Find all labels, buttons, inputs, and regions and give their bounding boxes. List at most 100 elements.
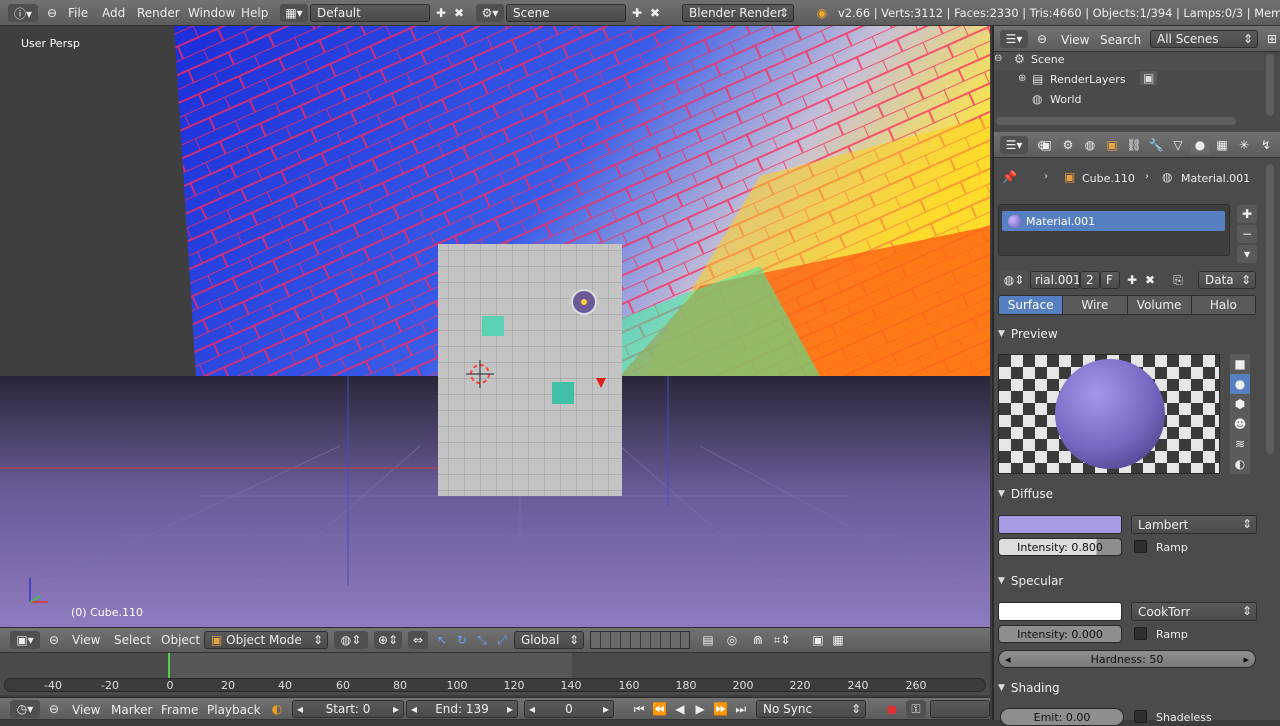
menu-render[interactable]: Render	[137, 6, 180, 20]
copy-material-icon[interactable]: ⎘	[1168, 271, 1188, 289]
play-icon[interactable]: ▶	[691, 700, 709, 718]
timeline-ruler[interactable]	[4, 678, 986, 692]
monkey-preview-icon[interactable]: ☻	[1230, 414, 1250, 434]
scene-tab-icon[interactable]: ⚙	[1058, 136, 1078, 154]
material-tab-icon[interactable]: ●	[1190, 136, 1210, 154]
emit-field[interactable]: Emit: 0.00	[1000, 708, 1124, 726]
collapse-outliner-icon[interactable]: ⊖	[1032, 30, 1052, 48]
remove-layout-icon[interactable]: ✖	[449, 4, 469, 22]
menu-object[interactable]: Object	[161, 633, 200, 647]
expand-icon[interactable]: ⊖	[994, 53, 1002, 64]
renderlayer-toggle-icon[interactable]: ▣	[1140, 71, 1158, 85]
preview-range-icon[interactable]: ◐	[267, 700, 287, 718]
diffuse-panel-header[interactable]: ▼ Diffuse	[998, 483, 1258, 505]
end-frame-field[interactable]: ◂ End: 139 ▸	[406, 700, 518, 718]
current-frame-field[interactable]: ◂ 0 ▸	[524, 700, 614, 718]
properties-scrollbar[interactable]	[1266, 164, 1274, 454]
menu-add[interactable]: Add	[102, 6, 125, 20]
pin-icon[interactable]: 📌	[1002, 170, 1017, 184]
menu-help[interactable]: Help	[241, 6, 268, 20]
diffuse-shader-select[interactable]: Lambert ⇕	[1131, 515, 1257, 534]
menu-file[interactable]: File	[68, 6, 88, 20]
properties-editor-icon[interactable]: ☰▾	[1000, 136, 1028, 154]
browse-material-icon[interactable]: ◍⇕	[1000, 271, 1028, 289]
editor-type-icon[interactable]: ▣▾	[10, 631, 40, 649]
expand-icon[interactable]: ⊕	[1018, 73, 1026, 84]
timeline-editor-icon[interactable]: ◷▾	[10, 700, 40, 718]
snap-icon[interactable]: ⋒	[748, 631, 768, 649]
outliner-editor-icon[interactable]: ☰▾	[1000, 30, 1028, 48]
specular-color-swatch[interactable]	[998, 602, 1122, 621]
menu-view[interactable]: View	[72, 633, 100, 647]
info-editor-icon[interactable]: ⓘ▾	[8, 4, 38, 22]
outliner-item-renderlayers[interactable]: RenderLayers	[1050, 73, 1126, 86]
play-reverse-icon[interactable]: ◀	[671, 700, 689, 718]
decrement-icon[interactable]: ◂	[1005, 653, 1011, 666]
increment-icon[interactable]: ▸	[1243, 653, 1249, 666]
rotate-icon[interactable]: ↻	[452, 631, 472, 649]
menu-window[interactable]: Window	[188, 6, 235, 20]
hair-preview-icon[interactable]: ≋	[1230, 434, 1250, 454]
decrement-icon[interactable]: ◂	[411, 702, 417, 716]
render-tab-icon[interactable]: ▣	[1036, 136, 1056, 154]
diffuse-ramp-checkbox[interactable]	[1134, 540, 1147, 553]
prev-keyframe-icon[interactable]: ⏪	[650, 700, 668, 718]
preview-panel-header[interactable]: ▼ Preview	[998, 323, 1258, 345]
particles-tab-icon[interactable]: ✳	[1234, 136, 1254, 154]
viewport-shading-icon[interactable]: ◍⇕	[334, 631, 368, 649]
data-tab-icon[interactable]: ▽	[1168, 136, 1188, 154]
fake-user-field[interactable]: F	[1100, 271, 1120, 289]
scale-icon[interactable]: ⤡	[472, 631, 492, 649]
keying-set-field[interactable]	[930, 700, 990, 718]
collapse-timeline-icon[interactable]: ⊖	[44, 700, 64, 718]
outliner-expand-icon[interactable]: ⊞	[1262, 30, 1280, 48]
manipulator-icon[interactable]: ⇔	[408, 631, 428, 649]
increment-icon[interactable]: ▸	[393, 702, 399, 716]
scene-icon[interactable]: ⚙▾	[476, 4, 504, 22]
outliner-menu-search[interactable]: Search	[1100, 33, 1141, 47]
tab-surface[interactable]: Surface	[999, 296, 1063, 314]
specular-intensity-slider[interactable]: Intensity: 0.000	[998, 625, 1122, 643]
timeline-menu-playback[interactable]: Playback	[207, 703, 261, 717]
render-engine-select[interactable]: Blender Render ⇕	[682, 4, 794, 22]
snap-element-icon[interactable]: ⌗⇕	[772, 631, 792, 649]
sphere-preview-icon[interactable]: ●	[1230, 374, 1250, 394]
user-count-field[interactable]: 2	[1080, 271, 1100, 289]
shading-panel-header[interactable]: ▼ Shading	[998, 677, 1258, 699]
object-tab-icon[interactable]: ▣	[1102, 136, 1122, 154]
layout-icon[interactable]: ▦▾	[280, 4, 308, 22]
scene-field[interactable]: Scene	[506, 4, 626, 22]
constraints-tab-icon[interactable]: ⛓	[1124, 136, 1144, 154]
world-tab-icon[interactable]: ◍	[1080, 136, 1100, 154]
link-select[interactable]: Data ⇕	[1198, 271, 1256, 289]
outliner-hscrollbar[interactable]	[996, 117, 1236, 125]
new-material-icon[interactable]: ✚	[1122, 271, 1142, 289]
slot-specials-icon[interactable]: ▾	[1237, 245, 1257, 263]
add-layout-icon[interactable]: ✚	[431, 4, 451, 22]
remove-scene-icon[interactable]: ✖	[645, 4, 665, 22]
menu-select[interactable]: Select	[114, 633, 151, 647]
next-keyframe-icon[interactable]: ⏩	[711, 700, 729, 718]
modifiers-tab-icon[interactable]: 🔧	[1146, 136, 1166, 154]
add-slot-icon[interactable]: ✚	[1237, 205, 1257, 223]
layout-field[interactable]: Default	[310, 4, 430, 22]
hardness-field[interactable]: ◂ Hardness: 50 ▸	[998, 650, 1256, 668]
render-anim-icon[interactable]: ▦	[828, 631, 848, 649]
outliner-menu-view[interactable]: View	[1061, 33, 1089, 47]
diffuse-color-swatch[interactable]	[998, 515, 1122, 534]
record-icon[interactable]: ●	[882, 700, 902, 718]
breadcrumb-object[interactable]: Cube.110	[1082, 172, 1135, 185]
outliner-filter-select[interactable]: All Scenes ⇕	[1150, 30, 1258, 48]
layers-lock-icon[interactable]: ▤	[698, 631, 718, 649]
outliner-item-scene[interactable]: Scene	[1031, 53, 1065, 66]
texture-tab-icon[interactable]: ▦	[1212, 136, 1232, 154]
tab-wire[interactable]: Wire	[1062, 296, 1127, 314]
remove-slot-icon[interactable]: −	[1237, 225, 1257, 243]
cube-preview-icon[interactable]: ⬢	[1230, 394, 1250, 414]
physics-tab-icon[interactable]: ↯	[1256, 136, 1276, 154]
keying-icon[interactable]: ⚿	[906, 700, 926, 718]
render-image-icon[interactable]: ▣	[808, 631, 828, 649]
increment-icon[interactable]: ▸	[507, 702, 513, 716]
collapse-menus-icon[interactable]: ⊖	[42, 4, 62, 22]
timeline-menu-marker[interactable]: Marker	[111, 703, 152, 717]
